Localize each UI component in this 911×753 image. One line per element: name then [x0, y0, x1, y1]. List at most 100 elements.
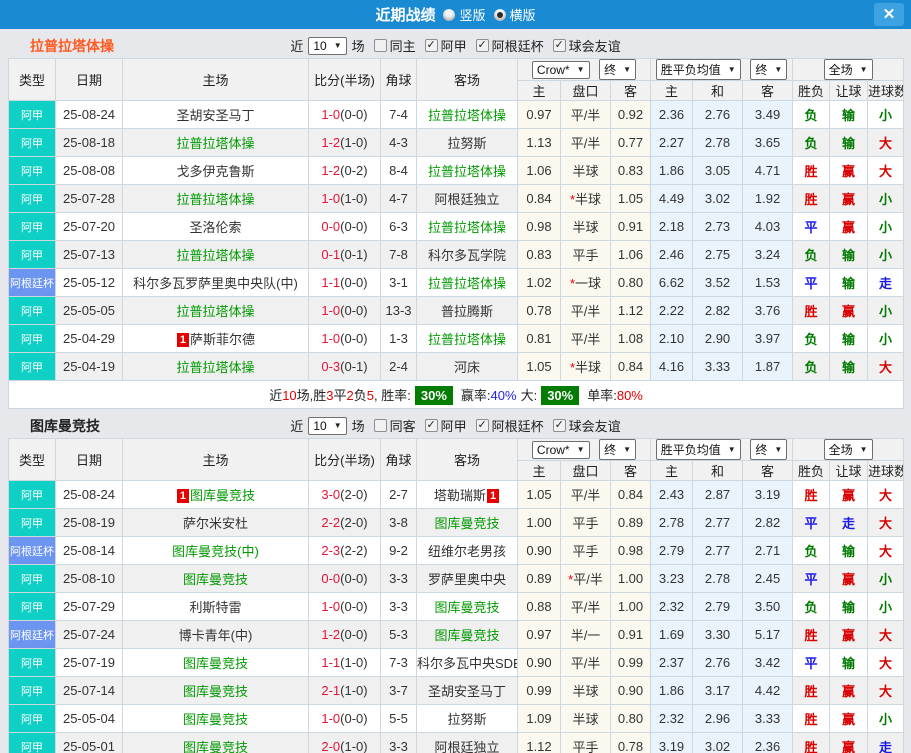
team2-name: 图库曼竞技: [30, 417, 100, 434]
match-result: 负: [792, 592, 831, 621]
away-odds: 0.78: [609, 732, 652, 753]
away-team-name: 拉普拉塔体操: [427, 276, 506, 291]
odds-source-select[interactable]: Crow* ▼: [531, 441, 590, 459]
section1-filter-bar: 拉普拉塔体操 近 10 ▼ 场 同主 ✓ 阿甲 ✓ 阿根廷杯 ✓ 球会友谊: [0, 33, 911, 58]
match-row: 阿甲 25-05-04 图库曼竞技 1-0(0-0) 5-5 拉努斯 1.09 …: [8, 704, 905, 733]
friendly-checkbox[interactable]: ✓: [552, 419, 566, 432]
home-odds: 0.78: [517, 296, 561, 325]
radio-selected-icon: [493, 8, 506, 21]
away-team-cell: 科尔多瓦中央SDE: [416, 648, 518, 677]
home-team-name: 萨尔米安杜: [182, 516, 248, 531]
odds-final-select[interactable]: 终 ▼: [599, 439, 637, 460]
handicap-cell: 平手: [560, 536, 611, 565]
avg-home-odds: 2.43: [650, 480, 694, 509]
layout-vertical-radio[interactable]: 竖版: [443, 5, 486, 24]
home-team-name: 图库曼竞技: [182, 572, 248, 587]
home-team-cell: 拉普拉塔体操: [122, 352, 309, 381]
subcol-goals: 进球数: [867, 460, 905, 481]
fulltime-score: 0-1: [321, 247, 341, 262]
score-cell: 0-1(0-1): [308, 240, 381, 269]
same-away-checkbox[interactable]: [373, 419, 387, 432]
away-team-cell: 拉普拉塔体操: [416, 268, 518, 297]
subcol-avg-away: 客: [742, 80, 794, 101]
same-away-label: 同客: [389, 419, 416, 434]
league-checkbox[interactable]: ✓: [424, 39, 438, 52]
corner-count: 3-7: [380, 676, 417, 705]
cup-checkbox[interactable]: ✓: [475, 419, 489, 432]
score-cell: 0-0(0-0): [308, 212, 381, 241]
avg-draw-odds: 2.90: [692, 324, 744, 353]
away-odds: 1.08: [609, 324, 652, 353]
away-team-cell: 拉普拉塔体操: [416, 156, 518, 185]
goals-result: 小: [867, 324, 905, 353]
subcol-odds-home: 主: [517, 80, 561, 101]
home-odds: 0.84: [517, 184, 561, 213]
score-cell: 2-0(1-0): [308, 732, 381, 753]
fulltime-select[interactable]: 全场 ▼: [823, 59, 873, 80]
score-cell: 1-0(0-0): [308, 100, 381, 129]
avg-final-select[interactable]: 终 ▼: [750, 439, 788, 460]
handicap-line: 半球: [572, 684, 599, 699]
score-cell: 1-2(0-2): [308, 156, 381, 185]
avg-away-odds: 3.49: [742, 100, 794, 129]
match-result: 负: [792, 240, 831, 269]
fulltime-score: 0-0: [321, 219, 341, 234]
away-team-name: 拉普拉塔体操: [427, 332, 506, 347]
handicap-line: 半球: [572, 220, 599, 235]
score-cell: 1-0(0-0): [308, 324, 381, 353]
window-title: 近期战绩: [375, 7, 436, 24]
halftime-score: (1-0): [340, 191, 368, 206]
close-button[interactable]: ✕: [874, 3, 904, 26]
corner-count: 3-3: [380, 732, 417, 753]
away-odds: 0.99: [609, 648, 652, 677]
layout-horizontal-radio[interactable]: 横版: [493, 5, 536, 24]
away-team-cell: 普拉腾斯: [416, 296, 518, 325]
cup-label: 阿根廷杯: [491, 419, 544, 434]
fulltime-score: 1-0: [321, 711, 341, 726]
recent-count-select[interactable]: 10 ▼: [308, 416, 347, 435]
match-type-badge: 阿甲: [8, 648, 56, 677]
near-label: 近: [290, 419, 304, 434]
cup-checkbox[interactable]: ✓: [475, 39, 489, 52]
home-team-name: 拉普拉塔体操: [176, 248, 255, 263]
check-icon: ✓: [554, 39, 564, 51]
handicap-line: 半/一: [570, 628, 601, 643]
same-home-checkbox[interactable]: [373, 39, 387, 52]
handicap-cell: 平手: [560, 240, 611, 269]
avg-away-odds: 2.82: [742, 508, 794, 537]
away-odds: 1.06: [609, 240, 652, 269]
corner-count: 3-3: [380, 592, 417, 621]
handicap-cell: 平手: [560, 732, 611, 753]
avg-away-odds: 4.71: [742, 156, 794, 185]
score-cell: 2-3(2-2): [308, 536, 381, 565]
avg-select[interactable]: 胜平负均值 ▼: [655, 439, 741, 460]
away-odds: 0.91: [609, 620, 652, 649]
fulltime-select[interactable]: 全场 ▼: [823, 439, 873, 460]
team1-name: 拉普拉塔体操: [30, 37, 114, 54]
score-cell: 1-1(0-0): [308, 268, 381, 297]
avg-home-odds: 2.46: [650, 240, 694, 269]
odds-source-select[interactable]: Crow* ▼: [531, 61, 590, 79]
filter-controls: 近 10 ▼ 场 同主 ✓ 阿甲 ✓ 阿根廷杯 ✓ 球会友谊: [288, 36, 622, 55]
avg-select[interactable]: 胜平负均值 ▼: [655, 59, 741, 80]
handicap-cell: 平/半: [560, 296, 611, 325]
recent-count-select[interactable]: 10 ▼: [308, 36, 347, 55]
radio-horizontal-label: 横版: [509, 8, 536, 23]
goals-result: 小: [867, 564, 905, 593]
recent-count-value: 10: [313, 38, 327, 53]
home-team-cell: 戈多伊克鲁斯: [122, 156, 309, 185]
team1-rows: 阿甲 25-08-24 圣胡安圣马丁 1-0(0-0) 7-4 拉普拉塔体操 0…: [8, 100, 905, 381]
match-result: 平: [792, 212, 831, 241]
home-team-name: 图库曼竞技: [182, 684, 248, 699]
odds-final-select[interactable]: 终 ▼: [599, 59, 637, 80]
home-odds: 0.83: [517, 240, 561, 269]
subcol-odds-away: 客: [609, 460, 652, 481]
avg-final-select[interactable]: 终 ▼: [750, 59, 788, 80]
friendly-checkbox[interactable]: ✓: [552, 39, 566, 52]
fulltime-score: 2-0: [321, 739, 341, 753]
goals-result: 大: [867, 352, 905, 381]
handicap-result: 赢: [829, 676, 869, 705]
away-team-cell: 拉普拉塔体操: [416, 212, 518, 241]
league-checkbox[interactable]: ✓: [424, 419, 438, 432]
match-result: 胜: [792, 620, 831, 649]
